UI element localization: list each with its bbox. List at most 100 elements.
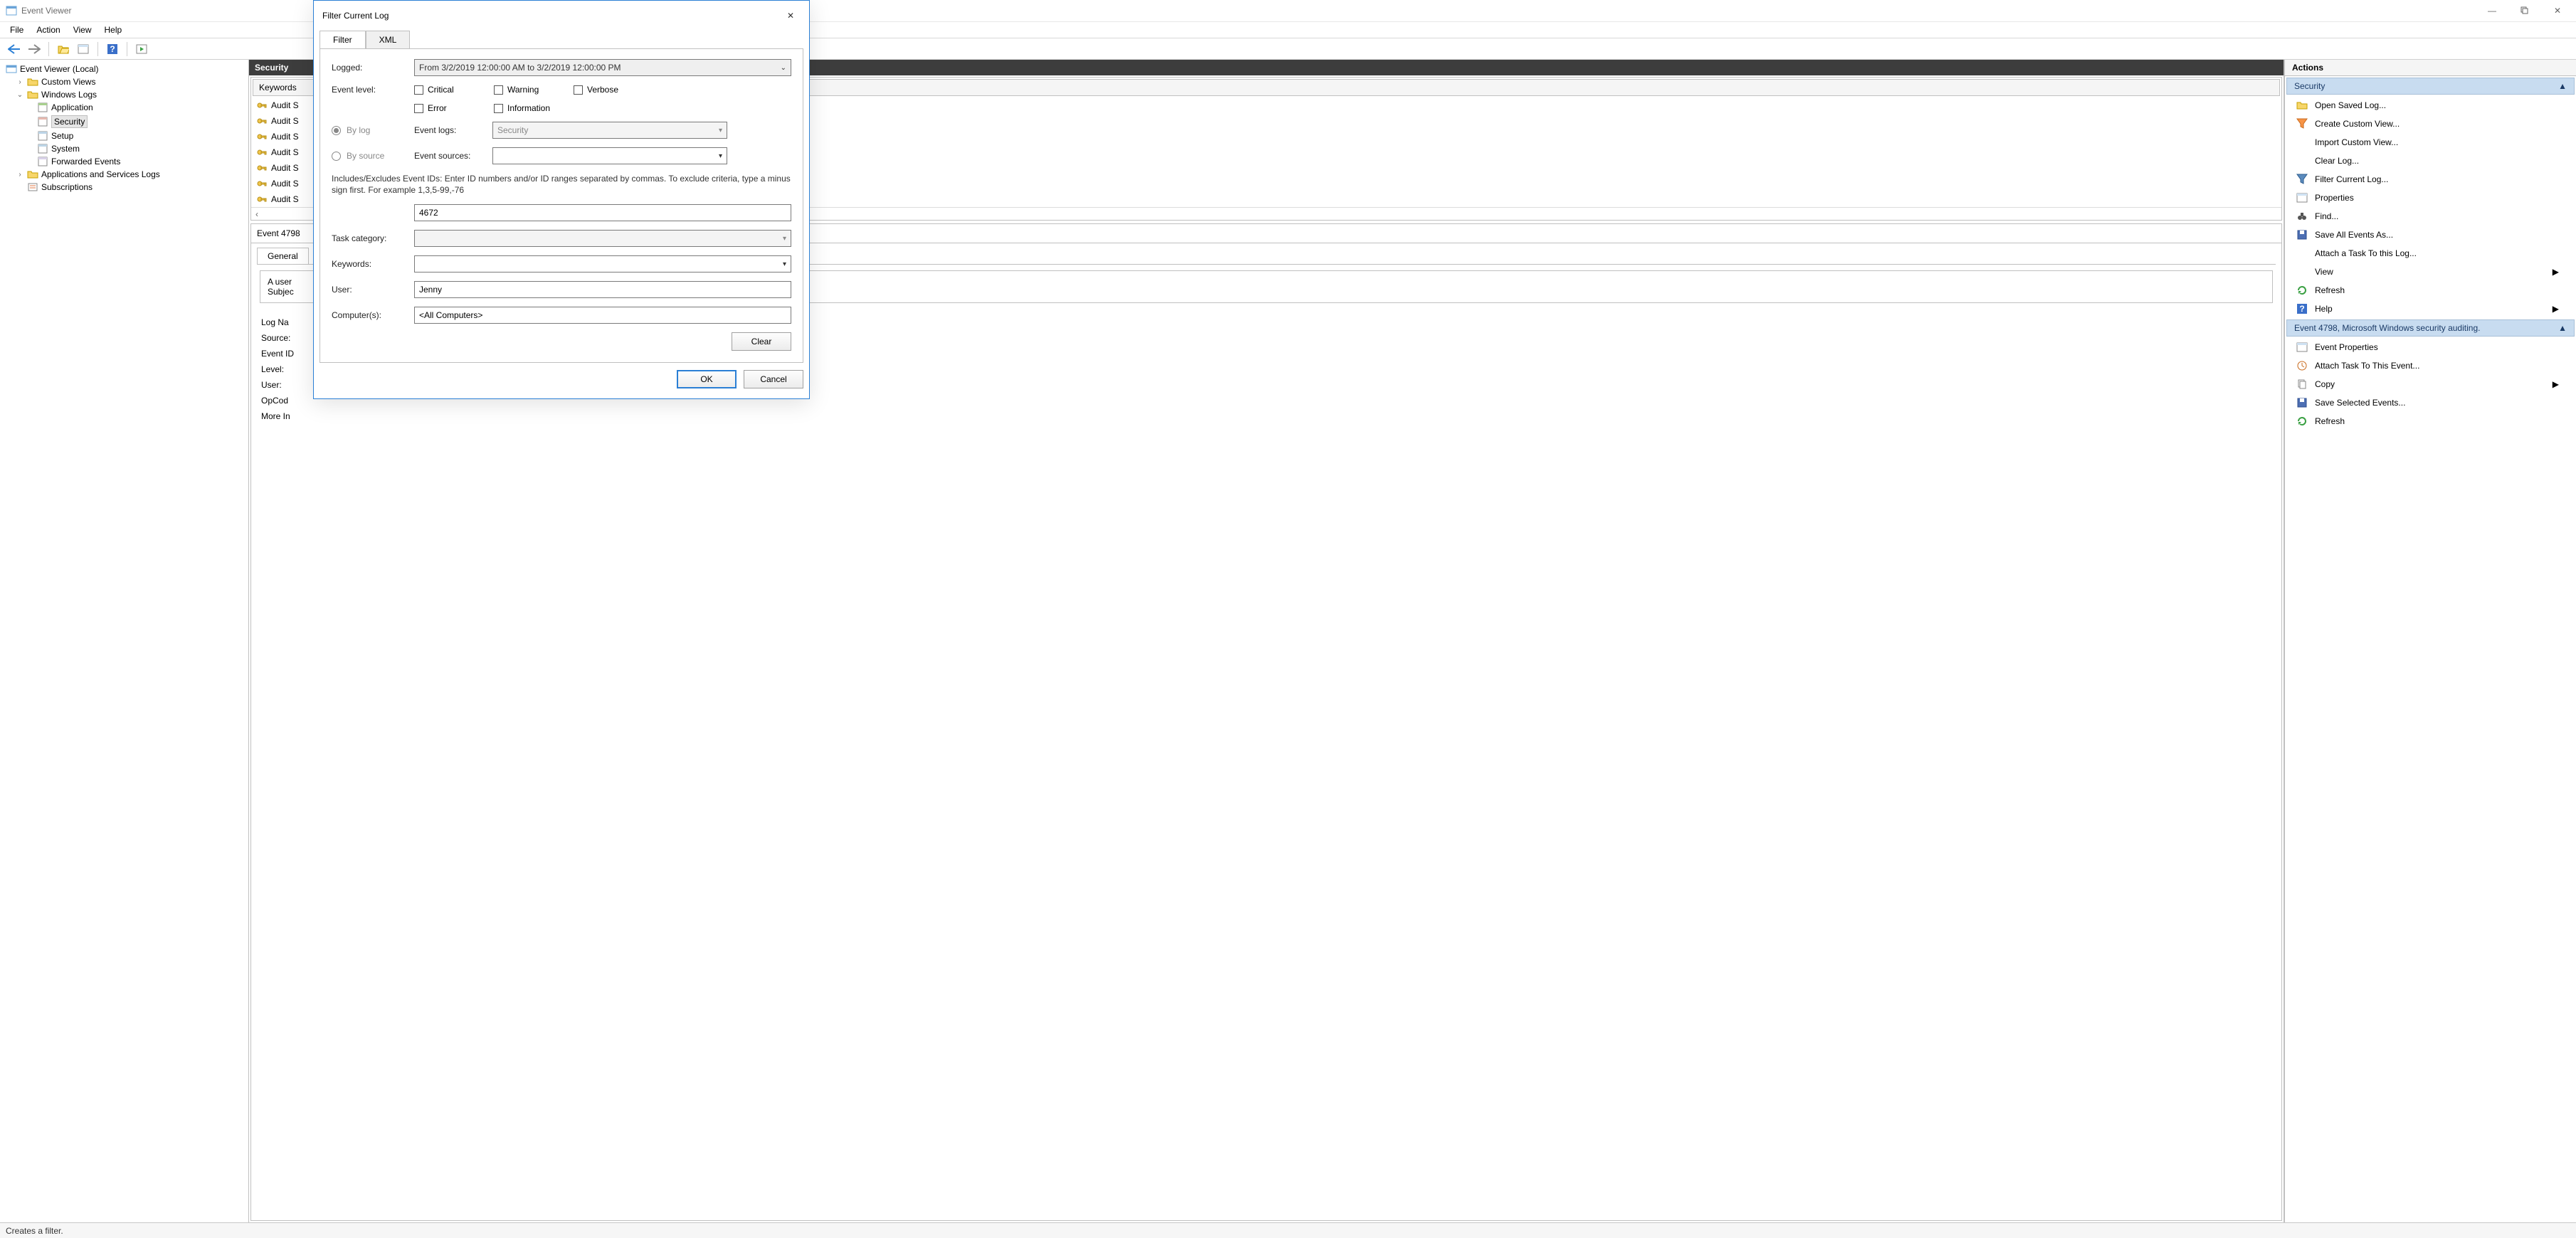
action-create-custom-view[interactable]: Create Custom View... [2285, 115, 2576, 133]
action-copy[interactable]: Copy▶ [2285, 375, 2576, 393]
status-text: Creates a filter. [6, 1226, 63, 1236]
chk-label: Verbose [587, 85, 618, 95]
computers-input[interactable] [414, 307, 791, 324]
logged-dropdown[interactable]: From 3/2/2019 12:00:00 AM to 3/2/2019 12… [414, 59, 791, 76]
action-label: Open Saved Log... [2315, 100, 2386, 110]
forward-button[interactable] [26, 41, 43, 58]
action-clear-log[interactable]: Clear Log... [2285, 152, 2576, 170]
minimize-button[interactable]: — [2476, 1, 2508, 21]
menu-file[interactable]: File [10, 25, 23, 35]
expander-icon[interactable]: › [16, 78, 24, 86]
maximize-button[interactable] [2509, 1, 2540, 21]
menu-view[interactable]: View [73, 25, 92, 35]
nav-tree[interactable]: Event Viewer (Local) › Custom Views ⌄ Wi… [0, 60, 249, 1222]
event-ids-input[interactable] [414, 204, 791, 221]
chk-information[interactable]: Information [494, 103, 562, 113]
window-controls: — ✕ [2476, 1, 2573, 21]
tree-security[interactable]: Security [3, 114, 246, 129]
help-toolbar-icon[interactable]: ? [104, 41, 121, 58]
action-find[interactable]: Find... [2285, 207, 2576, 226]
tab-filter[interactable]: Filter [320, 31, 366, 48]
row-text: Audit S [271, 132, 299, 142]
back-button[interactable] [6, 41, 23, 58]
properties-icon[interactable] [75, 41, 92, 58]
action-filter-current-log[interactable]: Filter Current Log... [2285, 170, 2576, 189]
collapse-icon[interactable]: ▲ [2558, 81, 2567, 91]
task-category-dropdown: ▾ [414, 230, 791, 247]
collapse-icon[interactable]: ▲ [2558, 323, 2567, 333]
app-icon [6, 5, 17, 16]
action-refresh[interactable]: Refresh [2285, 281, 2576, 300]
tree-root[interactable]: Event Viewer (Local) [3, 63, 246, 75]
clear-button[interactable]: Clear [732, 332, 791, 351]
tree-forwarded[interactable]: Forwarded Events [3, 155, 246, 168]
action-help[interactable]: ?Help▶ [2285, 300, 2576, 318]
keywords-dropdown[interactable]: ▾ [414, 255, 791, 273]
tree-windows-logs[interactable]: ⌄ Windows Logs [3, 88, 246, 101]
refresh-icon [2296, 285, 2308, 296]
blank-icon [2296, 155, 2308, 166]
tree-application[interactable]: Application [3, 101, 246, 114]
log-icon [37, 117, 48, 127]
menu-help[interactable]: Help [105, 25, 122, 35]
tree-system[interactable]: System [3, 142, 246, 155]
close-button[interactable]: ✕ [2542, 1, 2573, 21]
action-import-custom-view[interactable]: Import Custom View... [2285, 133, 2576, 152]
action-label: Create Custom View... [2315, 119, 2400, 129]
group-label: Security [2294, 81, 2325, 91]
tree-label: System [51, 144, 80, 154]
actions-group-security[interactable]: Security ▲ [2286, 78, 2575, 95]
key-icon [257, 100, 267, 110]
tree-custom-views[interactable]: › Custom Views [3, 75, 246, 88]
user-input[interactable] [414, 281, 791, 298]
row-text: Audit S [271, 163, 299, 173]
chk-warning[interactable]: Warning [494, 85, 562, 95]
tree-setup[interactable]: Setup [3, 129, 246, 142]
cancel-button[interactable]: Cancel [744, 370, 803, 388]
event-sources-dropdown[interactable]: ▾ [492, 147, 727, 164]
label-user: User: [332, 285, 414, 295]
expander-icon[interactable]: ⌄ [16, 91, 24, 99]
flyout-icon: ▶ [2553, 304, 2559, 314]
log-icon [37, 131, 48, 141]
expander-icon[interactable]: › [16, 171, 24, 179]
action-view[interactable]: View▶ [2285, 263, 2576, 281]
run-icon[interactable] [133, 41, 150, 58]
chk-critical[interactable]: Critical [414, 85, 482, 95]
action-save-all-events[interactable]: Save All Events As... [2285, 226, 2576, 244]
ok-button[interactable]: OK [677, 370, 737, 388]
tab-xml[interactable]: XML [366, 31, 411, 48]
action-refresh2[interactable]: Refresh [2285, 412, 2576, 430]
funnel-icon [2296, 118, 2308, 129]
action-open-saved-log[interactable]: Open Saved Log... [2285, 96, 2576, 115]
dialog-tabs: Filter XML [320, 31, 803, 48]
tree-subscriptions[interactable]: Subscriptions [3, 181, 246, 194]
action-save-selected[interactable]: Save Selected Events... [2285, 393, 2576, 412]
dialog-close-button[interactable]: ✕ [781, 8, 801, 23]
menu-action[interactable]: Action [36, 25, 60, 35]
action-properties[interactable]: Properties [2285, 189, 2576, 207]
action-attach-task-log[interactable]: Attach a Task To this Log... [2285, 244, 2576, 263]
action-event-properties[interactable]: Event Properties [2285, 338, 2576, 356]
chk-error[interactable]: Error [414, 103, 482, 113]
open-folder-icon[interactable] [55, 41, 72, 58]
status-bar: Creates a filter. [0, 1222, 2576, 1238]
chk-label: Critical [428, 85, 454, 95]
folder-icon [27, 90, 38, 100]
action-label: Properties [2315, 193, 2354, 203]
tree-label: Forwarded Events [51, 157, 120, 166]
actions-group-event[interactable]: Event 4798, Microsoft Windows security a… [2286, 319, 2575, 337]
clock-icon [2296, 360, 2308, 371]
label-event-logs: Event logs: [414, 125, 492, 135]
tree-apps-services[interactable]: › Applications and Services Logs [3, 168, 246, 181]
tree-root-label: Event Viewer (Local) [20, 64, 99, 74]
radio-by-source[interactable]: By source [332, 151, 414, 161]
action-attach-task-event[interactable]: Attach Task To This Event... [2285, 356, 2576, 375]
tab-general[interactable]: General [257, 248, 309, 264]
radio-by-log[interactable]: By log [332, 125, 414, 135]
action-label: Copy [2315, 379, 2335, 389]
chk-verbose[interactable]: Verbose [574, 85, 642, 95]
radio-label: By log [347, 125, 370, 135]
key-icon [257, 194, 267, 204]
filter-dialog: Filter Current Log ✕ Filter XML Logged: … [313, 0, 810, 399]
